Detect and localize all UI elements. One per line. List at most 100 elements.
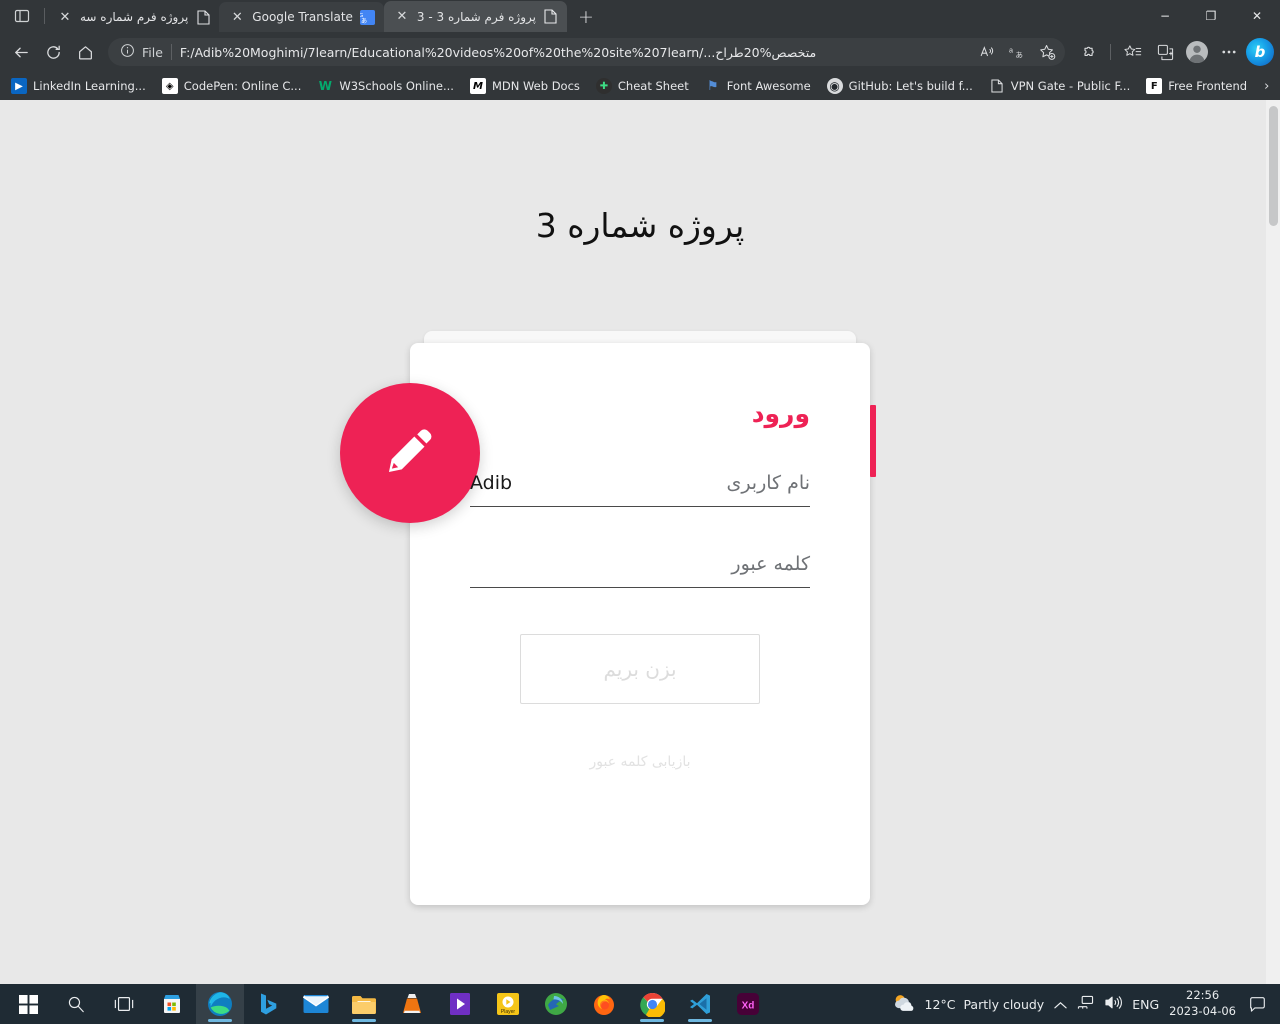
edge-icon[interactable] — [196, 984, 244, 1024]
site-info-scheme[interactable]: File — [120, 43, 163, 61]
search-icon[interactable] — [52, 984, 100, 1024]
firefox-icon[interactable] — [580, 984, 628, 1024]
page-scrollbar-thumb[interactable] — [1269, 106, 1278, 226]
clock-widget[interactable]: 22:56 2023-04-06 — [1169, 988, 1236, 1019]
notification-center-icon[interactable] — [1246, 993, 1268, 1015]
tab-1[interactable]: G あ Google Translate ✕ — [219, 2, 384, 32]
card-title: ورود — [751, 399, 810, 428]
bookmark-label: LinkedIn Learning... — [33, 79, 146, 93]
home-icon[interactable] — [70, 37, 100, 67]
username-underline — [470, 506, 810, 507]
close-window-button[interactable]: ✕ — [1234, 0, 1280, 32]
copilot-bing-button[interactable]: b — [1246, 38, 1274, 66]
document-icon — [195, 9, 211, 25]
show-hidden-icons-chevron[interactable] — [1054, 995, 1067, 1014]
vlc-cone-icon[interactable] — [388, 984, 436, 1024]
mail-icon[interactable] — [292, 984, 340, 1024]
bing-icon[interactable] — [244, 984, 292, 1024]
add-favorite-star-icon[interactable] — [1033, 39, 1061, 65]
language-indicator[interactable]: ENG — [1132, 997, 1159, 1012]
browser-toolbar: File F:/Adib%20Moghimi/7learn/Educationa… — [0, 32, 1280, 72]
info-circle-icon — [120, 43, 135, 61]
tab-2-active[interactable]: پروژه فرم شماره 3 - 3 ✕ — [383, 1, 567, 32]
bookmark-cheat-sheet[interactable]: ✚ Cheat Sheet — [589, 75, 696, 97]
bookmark-linkedin-learning[interactable]: ▶ LinkedIn Learning... — [4, 75, 153, 97]
url-text[interactable]: F:/Adib%20Moghimi/7learn/Educational%20v… — [180, 45, 965, 60]
pencil-icon — [381, 422, 439, 484]
bookmark-label: MDN Web Docs — [491, 79, 580, 93]
bookmark-vpn-gate[interactable]: VPN Gate - Public F... — [982, 75, 1138, 97]
tab-title: Google Translate — [252, 10, 353, 24]
tab-close-button[interactable]: ✕ — [394, 9, 410, 25]
field-password[interactable]: کلمه عبور — [470, 553, 810, 588]
codepen-icon: ◈ — [161, 78, 178, 94]
microsoft-store-icon[interactable] — [148, 984, 196, 1024]
read-aloud-icon[interactable] — [973, 39, 1001, 65]
back-arrow-icon[interactable] — [6, 37, 36, 67]
volume-icon[interactable] — [1104, 995, 1123, 1014]
omnibox-divider — [170, 44, 172, 60]
scheme-label: File — [142, 44, 163, 60]
more-ellipsis-icon[interactable] — [1214, 37, 1244, 67]
adobe-xd-icon[interactable]: Xd — [724, 984, 772, 1024]
field-username[interactable]: نام کاربری Adib — [470, 472, 810, 507]
split-screen-icon[interactable] — [1150, 37, 1180, 67]
vscode-icon[interactable] — [676, 984, 724, 1024]
chrome-icon[interactable] — [628, 984, 676, 1024]
maximize-button[interactable]: ❐ — [1188, 0, 1234, 32]
address-bar[interactable]: File F:/Adib%20Moghimi/7learn/Educationa… — [108, 38, 1065, 66]
recover-password-link[interactable]: بازیابی کلمه عبور — [470, 754, 810, 770]
google-translate-icon: G あ — [360, 9, 376, 25]
bookmark-free-frontend[interactable]: F Free Frontend — [1139, 75, 1254, 97]
bookmark-codepen[interactable]: ◈ CodePen: Online C... — [155, 75, 309, 97]
tray-time: 22:56 — [1186, 988, 1220, 1003]
page-title: پروژه شماره 3 — [535, 206, 745, 245]
minimize-button[interactable]: − — [1142, 0, 1188, 32]
bookmark-mdn[interactable]: M MDN Web Docs — [463, 75, 587, 97]
start-button[interactable] — [4, 984, 52, 1024]
weather-widget[interactable]: 12°C Partly cloudy — [891, 992, 1045, 1017]
accent-bar — [870, 405, 876, 477]
task-view-icon[interactable] — [100, 984, 148, 1024]
tab-close-button[interactable]: ✕ — [57, 9, 73, 25]
username-input[interactable]: Adib — [470, 472, 512, 494]
movies-tv-icon[interactable] — [436, 984, 484, 1024]
bookmarks-overflow-chevron-icon[interactable]: › — [1256, 76, 1277, 97]
password-label: کلمه عبور — [731, 553, 810, 575]
new-tab-button[interactable]: + — [571, 3, 601, 31]
weather-description: Partly cloudy — [963, 996, 1045, 1012]
folder-icon[interactable] — [340, 984, 388, 1024]
bookmark-w3schools[interactable]: W W3Schools Online... — [310, 75, 461, 97]
page-scrollbar-track[interactable] — [1266, 100, 1280, 984]
bookmark-github[interactable]: ◉ GitHub: Let's build f... — [820, 75, 980, 97]
translate-icon[interactable]: a あ — [1003, 39, 1031, 65]
bookmark-font-awesome[interactable]: ⚑ Font Awesome — [698, 75, 818, 97]
bookmark-label: VPN Gate - Public F... — [1010, 79, 1131, 93]
svg-text:あ: あ — [1015, 50, 1023, 59]
media-player-icon[interactable]: Player — [484, 984, 532, 1024]
network-icon[interactable] — [1077, 995, 1094, 1014]
omnibox-actions: a あ — [973, 39, 1061, 65]
tab-close-button[interactable]: ✕ — [229, 9, 245, 25]
pencil-icon-badge[interactable] — [340, 383, 480, 523]
bookmark-label: CodePen: Online C... — [183, 79, 302, 93]
github-icon: ◉ — [826, 78, 843, 94]
tab-search-icon[interactable] — [2, 0, 42, 32]
reload-icon[interactable] — [38, 37, 68, 67]
username-label: نام کاربری — [726, 472, 810, 494]
free-frontend-icon: F — [1146, 78, 1163, 94]
window-controls: − ❐ ✕ — [1142, 0, 1280, 32]
document-icon — [543, 9, 559, 25]
svg-text:a: a — [1009, 45, 1014, 54]
submit-button[interactable]: بزن بریم — [520, 634, 760, 704]
collections-icon[interactable] — [1118, 37, 1148, 67]
bookmarks-bar: ▶ LinkedIn Learning... ◈ CodePen: Online… — [0, 72, 1280, 100]
mdn-icon: M — [469, 78, 486, 94]
tab-0[interactable]: پروژه فرم شماره سه ✕ — [47, 2, 219, 32]
tabstrip-divider — [44, 8, 45, 24]
idm-icon[interactable] — [532, 984, 580, 1024]
system-tray: 12°C Partly cloudy ENG 22:56 2023-04-06 — [891, 988, 1276, 1019]
profile-avatar-icon[interactable] — [1182, 37, 1212, 67]
document-icon — [989, 78, 1005, 94]
extensions-puzzle-icon[interactable] — [1073, 37, 1103, 67]
